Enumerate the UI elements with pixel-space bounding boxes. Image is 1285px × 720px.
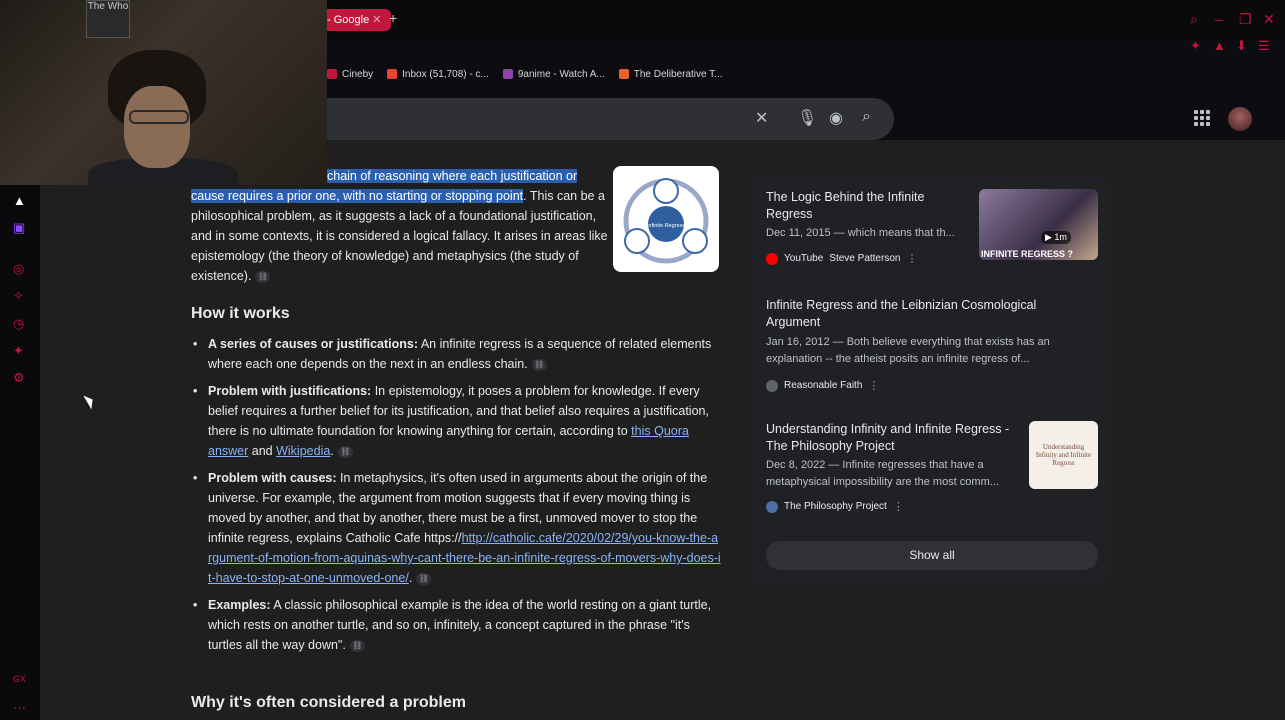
link-icon[interactable]: ⛓ [531,358,547,371]
result-title[interactable]: Infinite Regress and the Leibnizian Cosm… [766,297,1086,331]
mic-icon[interactable]: 🎙 [797,108,817,128]
search-icon[interactable]: ⌕ [862,108,871,126]
result-source[interactable]: Reasonable Faith ⋮ [766,379,879,392]
bookmark-cineby[interactable]: Cineby [327,69,373,80]
list-item: Problem with justifications: In epistemo… [191,381,721,461]
lens-icon[interactable]: ◉ [829,108,843,128]
bookmark-9anime[interactable]: 9anime - Watch A... [502,69,605,80]
result-snippet: Dec 11, 2015 — which means that th... [766,227,955,239]
link-icon[interactable]: ⛓ [337,445,353,458]
bookmark-deliberative[interactable]: The Deliberative T... [618,69,723,80]
heading-why-problem: Why it's often considered a problem [191,694,466,711]
result-source[interactable]: YouTube Steve Patterson ⋮ [766,252,917,265]
more-options-icon[interactable]: ⋮ [906,252,917,265]
result-source[interactable]: The Philosophy Project ⋮ [766,500,904,513]
left-sidebar: ▲ ▣ ◎ ✧ ◷ ✦ ⚙ GX ⋯ [0,185,40,720]
infinite-regress-diagram[interactable]: Infinite Regress [613,166,719,272]
result-title[interactable]: The Logic Behind the Infinite Regress [766,189,971,223]
gmail-icon [387,69,398,79]
diagram-graphic: Infinite Regress [623,178,709,264]
cineby-icon [327,69,337,79]
new-tab-button[interactable]: + [389,10,397,26]
webcam-overlay: The Who [0,0,327,185]
google-apps-icon[interactable] [1194,110,1210,126]
video-duration: ▶ 1m [1041,231,1071,244]
link-icon[interactable]: ⛓ [349,639,365,652]
highlighted-text-2: cause requires a prior one, with no star… [191,189,524,203]
list-item: A series of causes or justifications: An… [191,334,721,374]
close-icon[interactable]: ✕ [755,108,768,128]
aria-icon[interactable]: ▲ [13,193,26,208]
list-item: Problem with causes: In metaphysics, it'… [191,468,721,588]
link-icon[interactable]: ⛓ [416,572,432,585]
search-input[interactable]: ✕ 🎙 ◉ ⌕ [327,98,894,140]
twitch-icon[interactable]: ▣ [13,220,25,236]
player-icon[interactable]: ◎ [13,261,24,277]
intro-rest: . This can be a philosophical problem, a… [191,189,608,283]
heading-how-it-works: How it works [191,305,290,322]
avatar[interactable] [1228,107,1252,131]
vpn-icon[interactable]: ▲ [1213,38,1226,53]
gx-icon[interactable]: GX [13,674,26,684]
highlighted-text: chain of reasoning where each justificat… [327,169,578,183]
tab-title: - Google [327,14,370,26]
menu-icon[interactable]: ☰ [1258,38,1270,54]
pin-icon[interactable]: ✧ [13,288,24,304]
restore-icon[interactable]: ❐ [1239,11,1252,28]
article-thumbnail[interactable]: Understanding Infinity and Infinite Regr… [1029,421,1098,489]
globe-icon [766,500,778,513]
more-icon[interactable]: ⋯ [13,700,26,716]
link-icon[interactable]: ⛓ [255,270,271,283]
wall-poster: The Who [86,0,130,38]
bookmark-icon [618,69,629,79]
show-all-button[interactable]: Show all [766,541,1098,570]
extensions-icon[interactable]: ✦ [1190,38,1201,54]
globe-icon [766,379,778,392]
download-icon[interactable]: ⬇ [1236,38,1247,54]
result-title[interactable]: Understanding Infinity and Infinite Regr… [766,421,1026,455]
browser-tab[interactable]: - Google ✕ [327,9,392,31]
bookmark-inbox[interactable]: Inbox (51,708) - c... [387,69,489,80]
wikipedia-link[interactable]: Wikipedia [276,444,330,458]
person-glasses [129,110,189,124]
play-icon [502,69,513,79]
minimize-icon[interactable]: – [1215,11,1223,27]
diagram-label: Infinite Regress [647,223,685,229]
history-icon[interactable]: ◷ [13,316,24,332]
youtube-icon [766,252,778,265]
more-options-icon[interactable]: ⋮ [868,379,879,392]
person-face [124,86,190,168]
list-item: Examples: A classic philosophical exampl… [191,595,721,655]
more-options-icon[interactable]: ⋮ [893,500,904,513]
close-window-icon[interactable]: ✕ [1263,11,1275,28]
how-it-works-list: A series of causes or justifications: An… [191,334,721,662]
extensions-sidebar-icon[interactable]: ✦ [13,343,24,359]
search-tabs-icon[interactable]: ⌕ [1190,11,1198,28]
thumbnail-caption: INFINITE REGRESS ? [981,249,1074,259]
result-snippet: Dec 8, 2022 — Infinite regresses that ha… [766,459,999,488]
settings-icon[interactable]: ⚙ [13,370,25,386]
video-thumbnail[interactable]: ▶ 1m INFINITE REGRESS ? [979,189,1098,260]
bookmarks-bar: Cineby Inbox (51,708) - c... 9anime - Wa… [327,64,723,84]
thumbnail-caption: Understanding Infinity and Infinite Regr… [1035,443,1092,467]
result-snippet: Jan 16, 2012 — Both believe everything t… [766,336,1050,365]
